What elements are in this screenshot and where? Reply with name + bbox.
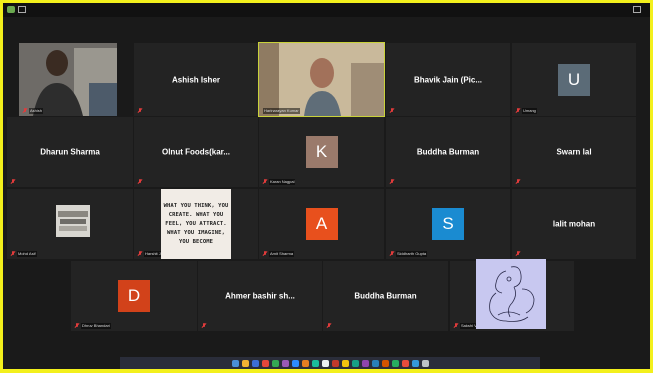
- app-icon[interactable]: [301, 359, 309, 367]
- app-icon[interactable]: [341, 359, 349, 367]
- participant-tile-buddha-burman-2[interactable]: Buddha Burman: [323, 261, 448, 331]
- mic-muted-icon: [516, 108, 520, 113]
- mic-muted-icon: [23, 108, 27, 113]
- mic-muted-icon: [11, 251, 15, 256]
- participant-tile-ashish-isher[interactable]: Ashish Isher: [134, 43, 258, 116]
- avatar: K: [305, 136, 338, 168]
- participant-name: Swarn lal: [556, 147, 592, 157]
- participant-label: Umang: [522, 107, 537, 114]
- app-icon[interactable]: [331, 359, 339, 367]
- participant-label: Karan Nagpal: [269, 178, 296, 185]
- taskbar: [120, 357, 540, 369]
- app-icon[interactable]: [401, 359, 409, 367]
- participant-label: Dhruv Bhandari: [81, 322, 111, 329]
- quote-line: WHAT YOU IMAGINE,: [167, 229, 225, 236]
- avatar: D: [118, 280, 150, 312]
- webcam-feed: [19, 43, 117, 116]
- folder-icon[interactable]: [241, 359, 249, 367]
- participant-tile-buddha-burman[interactable]: Buddha Burman: [386, 117, 510, 187]
- participant-tile-ahmer[interactable]: Ahmer bashir sh...: [198, 261, 322, 331]
- app-icon[interactable]: [311, 359, 319, 367]
- app-icon[interactable]: [261, 359, 269, 367]
- quote-line: WHAT YOU THINK, YOU: [163, 202, 229, 209]
- grid-icon[interactable]: [18, 6, 26, 13]
- participant-tile-harinarayan[interactable]: Harinarayan Kumar: [258, 42, 385, 117]
- view-icon[interactable]: [633, 6, 641, 13]
- app-icon[interactable]: [321, 359, 329, 367]
- participant-label: Ashish: [29, 107, 44, 114]
- participant-tile-olnut[interactable]: Olnut Foods(kar...: [134, 117, 258, 187]
- security-icon[interactable]: [7, 6, 15, 13]
- app-icon[interactable]: [271, 359, 279, 367]
- ganesha-sketch-image: [476, 259, 546, 329]
- start-icon[interactable]: [231, 359, 239, 367]
- participant-name: Ahmer bashir sh...: [225, 291, 295, 301]
- app-icon[interactable]: [361, 359, 369, 367]
- participant-tile-mohd-asif[interactable]: Mohd Asif: [7, 189, 133, 259]
- mic-muted-icon: [390, 108, 394, 113]
- mic-muted-icon: [516, 179, 520, 184]
- participant-tile-dhruv[interactable]: D Dhruv Bhandari: [71, 261, 197, 331]
- participant-name: Buddha Burman: [354, 291, 417, 301]
- webcam-feed: [259, 43, 384, 116]
- participant-name: Olnut Foods(kar...: [161, 147, 230, 157]
- participant-tile-bhavik[interactable]: Bhavik Jain (Pic...: [386, 43, 510, 116]
- quote-line: CREATE. WHAT YOU: [168, 211, 224, 218]
- app-icon[interactable]: [281, 359, 289, 367]
- mic-muted-icon: [327, 323, 331, 328]
- zoom-window: Ashish Ashish Isher Harinarayan Kumar Bh…: [3, 3, 650, 369]
- participant-label: Amit Sharma: [269, 250, 295, 257]
- mic-muted-icon: [138, 251, 142, 256]
- mic-muted-icon: [263, 179, 267, 184]
- participant-tile-amit[interactable]: A Amit Sharma: [259, 189, 384, 259]
- mic-muted-icon: [75, 323, 79, 328]
- participant-name: Ashish Isher: [171, 75, 220, 84]
- profile-picture: [56, 205, 90, 237]
- app-icon[interactable]: [411, 359, 419, 367]
- mic-muted-icon: [390, 179, 394, 184]
- avatar: S: [432, 208, 464, 240]
- participant-tile-umang[interactable]: U Umang: [512, 43, 636, 116]
- avatar: A: [305, 208, 338, 240]
- participant-label: Mohd Asif: [17, 250, 37, 257]
- participant-label: Harinarayan Kumar: [263, 107, 300, 114]
- browser-icon[interactable]: [251, 359, 259, 367]
- mic-muted-icon: [454, 323, 458, 328]
- app-icon[interactable]: [371, 359, 379, 367]
- app-icon[interactable]: [381, 359, 389, 367]
- zoom-icon[interactable]: [291, 359, 299, 367]
- mic-muted-icon: [516, 251, 520, 256]
- quote-line: FEEL, YOU ATTRACT.: [165, 220, 227, 227]
- mic-muted-icon: [390, 251, 394, 256]
- mic-muted-icon: [11, 179, 15, 184]
- participant-tile-swarn[interactable]: Swarn lal: [512, 117, 636, 187]
- app-icon[interactable]: [391, 359, 399, 367]
- participant-label: Siddharth Gupta: [396, 250, 428, 257]
- participant-tile-ashish[interactable]: Ashish: [19, 43, 117, 116]
- mic-muted-icon: [202, 323, 206, 328]
- participant-tile-karan[interactable]: K Karan Nagpal: [259, 117, 384, 187]
- top-bar: [3, 3, 650, 17]
- quote-profile-image: WHAT YOU THINK, YOU CREATE. WHAT YOU FEE…: [161, 189, 231, 259]
- participant-name: lalit mohan: [552, 219, 596, 229]
- mic-muted-icon: [138, 108, 142, 113]
- mic-muted-icon: [138, 179, 142, 184]
- app-icon[interactable]: [351, 359, 359, 367]
- quote-line: YOU BECOME: [178, 238, 214, 245]
- avatar: U: [558, 63, 590, 96]
- app-icon[interactable]: [421, 359, 429, 367]
- participant-tile-lalit[interactable]: lalit mohan: [512, 189, 636, 259]
- participant-name: Bhavik Jain (Pic...: [413, 75, 483, 84]
- mic-muted-icon: [263, 251, 267, 256]
- participant-name: Buddha Burman: [416, 147, 480, 157]
- participant-tile-dharun[interactable]: Dharun Sharma: [7, 117, 133, 187]
- participant-name: Dharun Sharma: [40, 147, 100, 157]
- participant-tile-siddharth[interactable]: S Siddharth Gupta: [386, 189, 510, 259]
